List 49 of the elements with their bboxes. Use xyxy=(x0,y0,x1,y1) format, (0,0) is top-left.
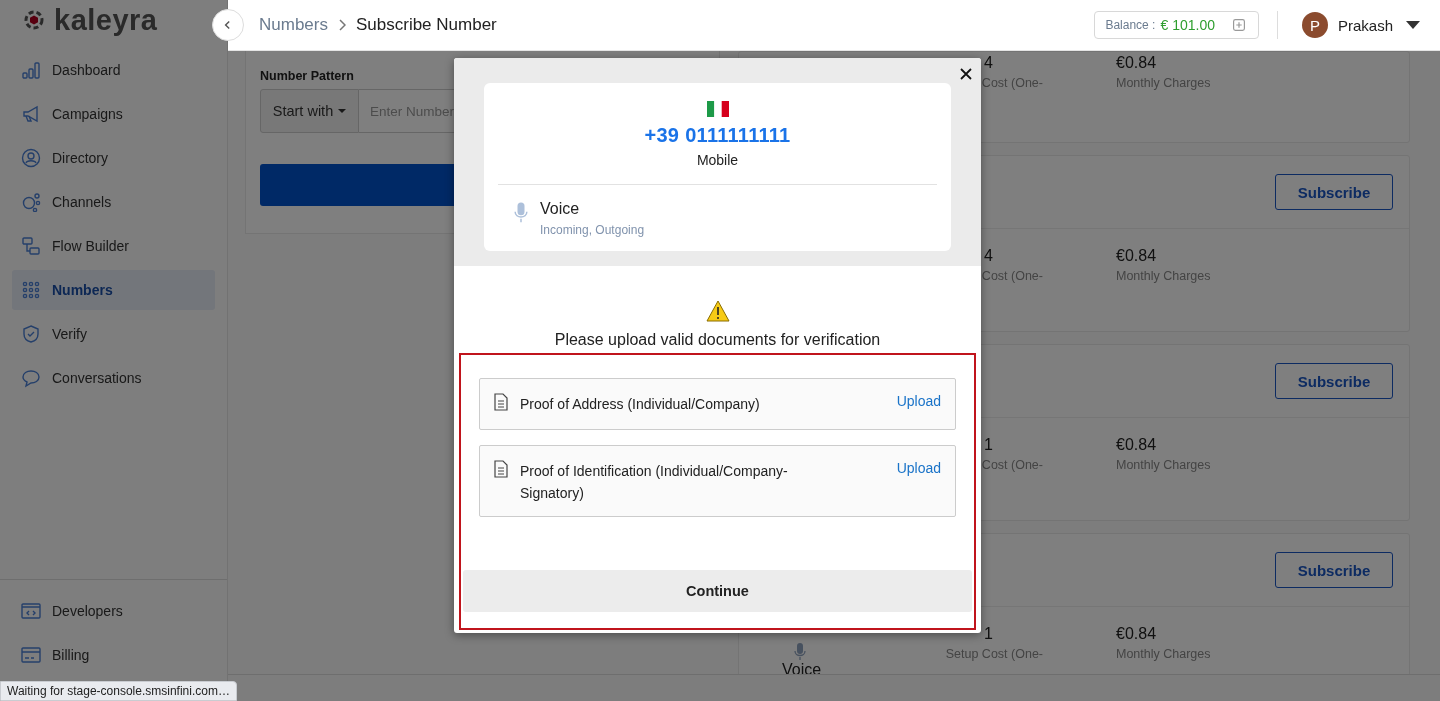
avatar[interactable]: P xyxy=(1301,12,1328,38)
document-name: Proof of Address (Individual/Company) xyxy=(520,395,761,414)
sidebar-item[interactable]: Developers xyxy=(12,591,215,631)
sidebar-item[interactable]: Conversations xyxy=(12,358,215,398)
setup-cost-label: Cost (One- xyxy=(981,76,1043,90)
setup-cost-label: Cost (One- xyxy=(981,269,1043,283)
monthly-charges-label: Monthly Charges xyxy=(1116,647,1211,661)
monthly-charges-label: Monthly Charges xyxy=(1116,269,1211,283)
setup-price: 1 xyxy=(984,625,993,643)
number-type: Mobile xyxy=(696,152,739,168)
setup-cost-label: Cost (One- xyxy=(981,458,1043,472)
upload-link[interactable]: Upload xyxy=(896,391,941,411)
match-dropdown[interactable]: Start with xyxy=(260,89,359,133)
logo-text: kaleyra xyxy=(54,3,158,37)
sidebar-item[interactable]: Verify xyxy=(12,314,215,354)
verification-message: Please upload valid documents for verification xyxy=(554,331,881,349)
monthly-charges-label: Monthly Charges xyxy=(1116,76,1211,90)
sidebar-item[interactable]: Billing xyxy=(12,635,215,675)
monthly-price: €0.84 xyxy=(1116,54,1157,72)
subscribe-button[interactable]: Subscribe xyxy=(1275,363,1393,399)
breadcrumb-link[interactable]: Numbers xyxy=(259,15,328,35)
continue-button[interactable]: Continue xyxy=(463,570,972,612)
balance-value: € 101.00 xyxy=(1160,17,1215,33)
sidebar-item[interactable]: Flow Builder xyxy=(12,226,215,266)
setup-cost-label: Setup Cost (One- xyxy=(945,647,1043,661)
setup-price: 1 xyxy=(984,436,993,454)
service-name: Voice xyxy=(540,200,581,218)
upload-link[interactable]: Upload xyxy=(896,458,941,478)
sidebar-item[interactable]: Dashboard xyxy=(12,50,215,90)
document-name: Proof of Identification (Individual/Company-Signatory) xyxy=(520,462,789,503)
setup-price: 4 xyxy=(984,247,993,265)
setup-price: 4 xyxy=(984,54,993,72)
monthly-charges-label: Monthly Charges xyxy=(1116,458,1211,472)
monthly-price: €0.84 xyxy=(1116,247,1157,265)
user-name[interactable]: Prakash xyxy=(1337,16,1393,34)
balance-label: Balance : xyxy=(1105,18,1156,32)
sidebar-item[interactable]: Channels xyxy=(12,182,215,222)
monthly-price: €0.84 xyxy=(1116,436,1157,454)
field-label: Number Pattern xyxy=(260,69,355,83)
sidebar-item[interactable]: Numbers xyxy=(12,270,215,310)
service-directions: Incoming, Outgoing xyxy=(540,223,645,237)
sidebar-item[interactable]: Directory xyxy=(12,138,215,178)
status-bar: Waiting for stage-console.smsinfini.com… xyxy=(0,681,237,701)
monthly-price: €0.84 xyxy=(1116,625,1157,643)
subscribe-button[interactable]: Subscribe xyxy=(1275,552,1393,588)
sidebar-item[interactable]: Campaigns xyxy=(12,94,215,134)
phone-number: +39 0111111111 xyxy=(644,124,791,147)
subscribe-button[interactable]: Subscribe xyxy=(1275,174,1393,210)
page-title: Subscribe Number xyxy=(355,15,497,35)
